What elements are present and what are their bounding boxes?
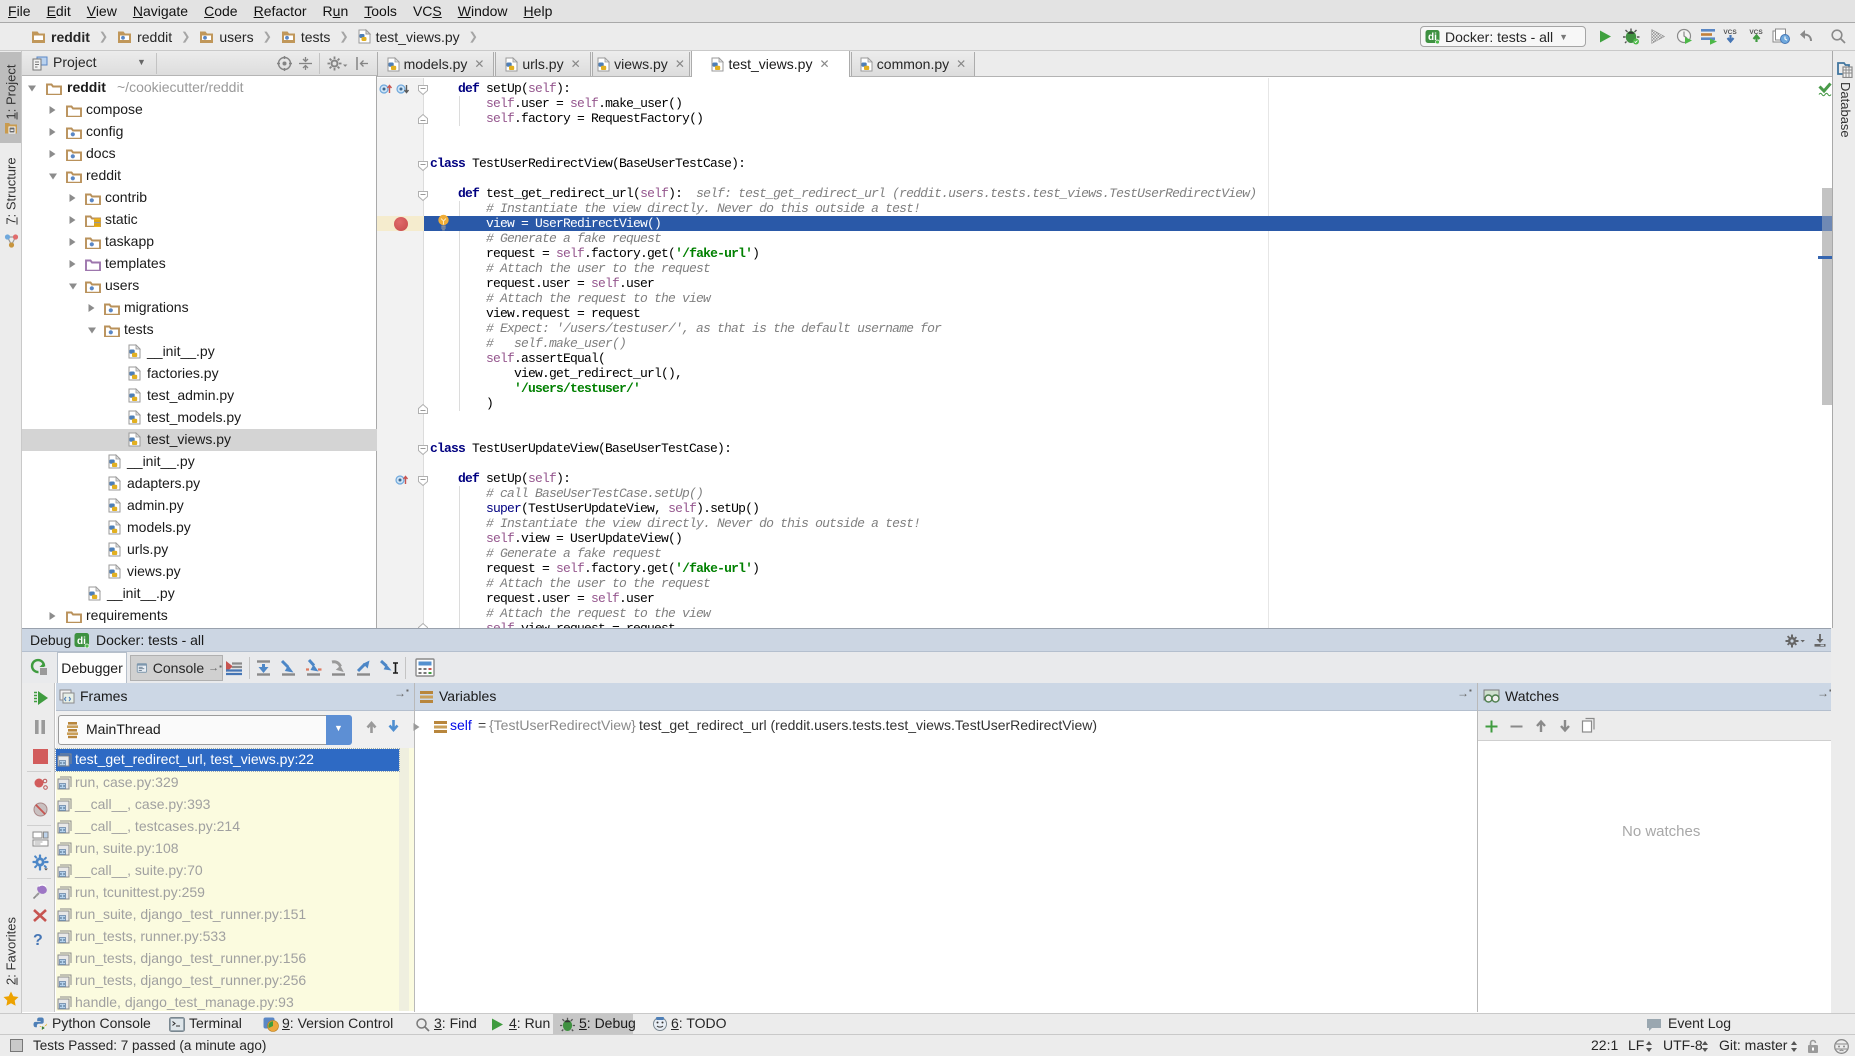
svg-text:VCS: VCS xyxy=(1723,29,1737,36)
